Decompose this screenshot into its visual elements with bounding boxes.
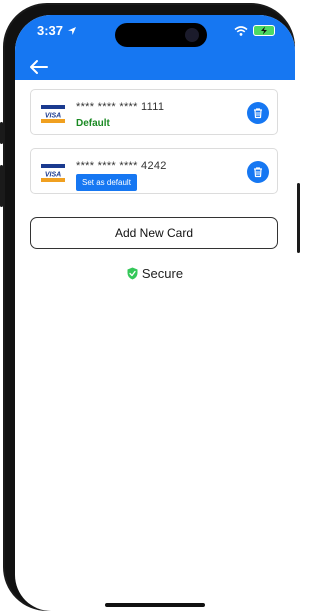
wifi-icon <box>234 25 248 36</box>
card-number: **** **** **** 1111 <box>76 101 165 113</box>
side-button <box>0 122 3 144</box>
payment-card-1[interactable]: VISA **** **** **** 1111 Default <box>30 89 278 135</box>
delete-card-button[interactable] <box>247 161 269 183</box>
home-indicator[interactable] <box>105 603 205 607</box>
secure-indicator: Secure <box>15 266 295 281</box>
shield-check-icon <box>127 267 138 280</box>
status-indicators <box>234 25 275 36</box>
status-time-text: 3:37 <box>37 23 64 38</box>
svg-text:VISA: VISA <box>45 172 61 179</box>
trash-icon <box>254 167 262 178</box>
delete-card-button[interactable] <box>247 102 269 124</box>
status-time: 3:37 <box>37 23 77 38</box>
set-default-button[interactable]: Set as default <box>76 174 137 191</box>
card-number: **** **** **** 4242 <box>76 160 167 172</box>
dynamic-island <box>115 23 207 47</box>
power-button <box>297 183 300 253</box>
add-new-card-button[interactable]: Add New Card <box>30 217 278 249</box>
secure-label: Secure <box>141 266 184 281</box>
default-badge: Default <box>76 118 110 129</box>
camera-icon <box>185 28 199 42</box>
payment-card-2[interactable]: VISA **** **** **** 4242 Set as default <box>30 148 278 194</box>
app-screen: 3:37 VISA **** **** **** 1111 Default VI… <box>15 15 295 611</box>
volume-button <box>0 165 3 207</box>
phone-frame: 3:37 VISA **** **** **** 1111 Default VI… <box>3 3 295 611</box>
visa-icon: VISA <box>41 105 65 123</box>
app-header: 3:37 <box>15 15 295 80</box>
location-arrow-icon <box>68 26 77 35</box>
back-arrow-icon[interactable] <box>29 59 49 75</box>
svg-text:VISA: VISA <box>45 113 61 120</box>
battery-icon <box>253 25 275 36</box>
trash-icon <box>254 108 262 119</box>
visa-icon: VISA <box>41 164 65 182</box>
